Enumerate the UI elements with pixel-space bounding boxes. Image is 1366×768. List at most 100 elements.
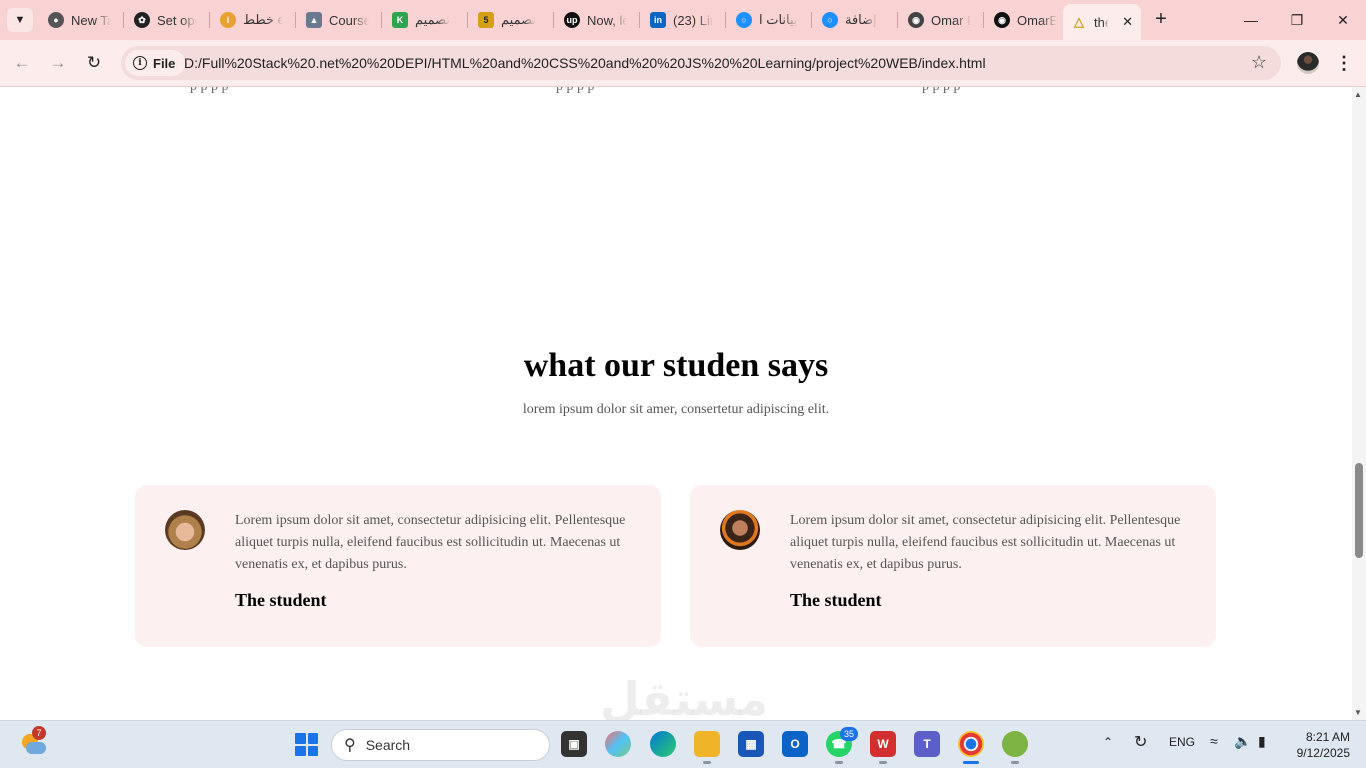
reload-icon: ↻	[86, 53, 102, 72]
bookmark-star-icon[interactable]: ☆	[1251, 52, 1267, 73]
tab-title: the	[1094, 14, 1110, 30]
copilot-icon[interactable]	[605, 731, 631, 757]
file-explorer-icon[interactable]	[694, 731, 720, 757]
watermark-logo: مستقل	[600, 672, 769, 720]
globe-icon: ◉	[908, 12, 924, 28]
tab-title: إضافة	[845, 12, 877, 27]
close-window-button[interactable]: ✕	[1320, 0, 1366, 40]
task-view-icon[interactable]: ▣	[561, 731, 587, 757]
chrome-icon: ●	[48, 12, 64, 28]
restore-icon: ❐	[1290, 11, 1304, 28]
scroll-down-icon[interactable]: ▼	[1354, 708, 1362, 717]
clock-date: 9/12/2025	[1296, 746, 1350, 760]
scroll-thumb[interactable]	[1355, 463, 1363, 558]
kebab-menu-icon: ⋮	[1335, 53, 1353, 73]
tab-8[interactable]: ○ بيانات ا	[728, 6, 810, 34]
reload-button[interactable]: ↻	[82, 51, 106, 75]
tab-title: (23) Lin	[673, 12, 713, 28]
male-avatar	[720, 510, 760, 550]
chevron-down-icon: ▼	[14, 14, 26, 26]
female-avatar	[165, 510, 205, 550]
arrow-right-icon: →	[49, 53, 67, 72]
tab-6[interactable]: up Now, le	[556, 6, 638, 34]
edge-icon[interactable]	[650, 731, 676, 757]
wifi-icon[interactable]: ≈	[1210, 733, 1218, 749]
tab-title: New Ta	[71, 12, 111, 28]
clock[interactable]: 8:21 AM 9/12/2025	[1290, 729, 1350, 761]
teams-icon[interactable]: T	[914, 731, 940, 757]
tab-search-button[interactable]: ▼	[7, 8, 33, 32]
tab-12-active[interactable]: △ the ✕	[1063, 4, 1141, 40]
tab-strip: ▼ ● New Ta ✿ Set ope i خطط e ▲ Course K …	[0, 0, 1366, 40]
cut-off-text: p p p p	[556, 87, 595, 95]
back-button[interactable]: ←	[10, 51, 34, 75]
testimonial-name: The student	[790, 590, 882, 610]
tab-2[interactable]: i خطط e	[212, 6, 294, 34]
outlook-icon[interactable]: O	[782, 731, 808, 757]
taskbar-search[interactable]: ⚲ Search	[331, 729, 550, 761]
tab-separator	[209, 12, 210, 28]
tab-separator	[897, 12, 898, 28]
search-placeholder: Search	[365, 737, 411, 753]
tab-5[interactable]: 5 تصميم	[470, 6, 552, 34]
tab-separator	[381, 12, 382, 28]
app-indicator	[1011, 761, 1019, 764]
tab-4[interactable]: K تصميم	[384, 6, 466, 34]
tab-9[interactable]: ○ إضافة	[814, 6, 896, 34]
address-scheme: File	[153, 55, 176, 71]
vertical-scrollbar[interactable]: ▲ ▼	[1352, 87, 1366, 720]
new-tab-button[interactable]: +	[1150, 9, 1172, 31]
tab-11[interactable]: ◉ OmarEl	[986, 6, 1068, 34]
site-info-chip[interactable]: i File	[125, 50, 186, 76]
cut-off-text: p p p p	[190, 87, 229, 95]
tab-0[interactable]: ● New Ta	[40, 6, 122, 34]
url-text[interactable]: D:/Full%20Stack%20.net%20%20DEPI/HTML%20…	[184, 55, 986, 71]
app-leaf-icon[interactable]	[1002, 731, 1028, 757]
chrome-taskbar-icon[interactable]	[958, 731, 984, 757]
taskbar: 7 ⚲ Search ▣ ▦ O ☎ 35 W T ⌃ ↻ ENG ≈ 🔈 ▮ …	[0, 720, 1366, 768]
profile-avatar[interactable]	[1297, 52, 1319, 74]
language-indicator[interactable]: ENG	[1169, 735, 1195, 749]
tab-7[interactable]: in (23) Lin	[642, 6, 724, 34]
tab-separator	[983, 12, 984, 28]
volume-icon[interactable]: 🔈	[1234, 733, 1251, 750]
minimize-icon: —	[1244, 12, 1258, 28]
upwork-icon: up	[564, 12, 580, 28]
page-icon: △	[1074, 14, 1084, 29]
tab-title: OmarEl	[1017, 12, 1057, 28]
store-icon[interactable]: ▦	[738, 731, 764, 757]
tab-3[interactable]: ▲ Course	[298, 6, 380, 34]
tab-separator	[295, 12, 296, 28]
tab-10[interactable]: ◉ Omar E	[900, 6, 982, 34]
sync-icon[interactable]: ↻	[1134, 732, 1147, 752]
forward-button[interactable]: →	[46, 51, 70, 75]
wps-office-icon[interactable]: W	[870, 731, 896, 757]
chevron-up-icon[interactable]: ⌃	[1103, 735, 1113, 749]
plus-icon: +	[1155, 8, 1167, 30]
battery-icon[interactable]: ▮	[1258, 733, 1266, 750]
minimize-button[interactable]: —	[1228, 0, 1274, 40]
search-icon: ⚲	[344, 737, 356, 754]
close-tab-icon[interactable]: ✕	[1122, 14, 1133, 30]
info-icon: i	[133, 56, 147, 70]
start-button[interactable]	[295, 733, 318, 756]
testimonial-card: Lorem ipsum dolor sit amet, consectetur …	[690, 485, 1216, 647]
tab-title: Course	[329, 12, 369, 28]
browser-menu-button[interactable]: ⋮	[1334, 51, 1354, 75]
linkedin-icon: in	[650, 12, 666, 28]
app-indicator	[703, 761, 711, 764]
address-bar[interactable]: i File D:/Full%20Stack%20.net%20%20DEPI/…	[121, 46, 1281, 80]
windows-logo-tile	[295, 745, 306, 756]
weather-widget[interactable]: 7	[20, 726, 46, 758]
tab-separator	[123, 12, 124, 28]
restore-button[interactable]: ❐	[1274, 0, 1320, 40]
close-icon: ✕	[1337, 11, 1349, 28]
arrow-left-icon: ←	[13, 53, 31, 72]
windows-logo-tile	[295, 733, 306, 744]
whatsapp-badge: 35	[840, 727, 858, 741]
scroll-up-icon[interactable]: ▲	[1354, 90, 1362, 99]
tab-separator	[811, 12, 812, 28]
testimonial-text: Lorem ipsum dolor sit amet, consectetur …	[235, 513, 626, 572]
windows-logo-tile	[307, 745, 318, 756]
tab-1[interactable]: ✿ Set ope	[126, 6, 208, 34]
